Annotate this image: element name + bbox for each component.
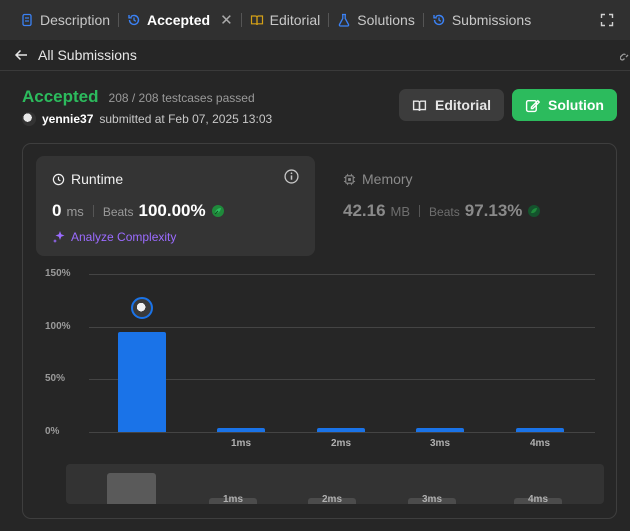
arrow-left-icon (14, 49, 27, 61)
range-selection-handle[interactable] (107, 473, 156, 504)
x-tick-label: 4ms (529, 438, 551, 449)
tab-bar: Description Accepted ✕ Editorial Solutio… (0, 0, 630, 40)
edit-icon (525, 99, 540, 112)
history-icon (128, 14, 140, 26)
gridline (89, 274, 595, 275)
tab-editorial[interactable]: Editorial (242, 0, 329, 40)
chart-bar[interactable] (516, 427, 564, 432)
gridline (89, 432, 595, 433)
x-tick-label: 2ms (330, 438, 352, 449)
gridline (89, 326, 595, 328)
runtime-title: Runtime (71, 171, 124, 187)
submitter-info: yennie37 submitted at Feb 07, 2025 13:03 (22, 112, 272, 126)
tab-submissions[interactable]: Submissions (424, 0, 539, 40)
submission-panel: All Submissions Accepted 208 / 208 testc… (0, 40, 630, 531)
analyze-complexity-label: Analyze Complexity (71, 230, 177, 244)
memory-title: Memory (362, 171, 413, 187)
tab-solutions[interactable]: Solutions (329, 0, 423, 40)
runtime-metric: 0 ms Beats 100.00% (52, 201, 225, 221)
book-icon (412, 100, 427, 111)
x-tick-label: 1ms (230, 438, 252, 449)
chart-bar[interactable] (317, 427, 365, 432)
x-tick-label: 3ms (429, 438, 451, 449)
your-submission-avatar[interactable] (131, 296, 153, 319)
solution-button-label: Solution (548, 97, 604, 113)
metric-divider (419, 205, 421, 217)
chart-bar[interactable] (118, 331, 166, 432)
chart-bar[interactable] (416, 427, 464, 432)
runtime-beats-value: 100.00% (138, 201, 206, 220)
editorial-button-label: Editorial (434, 97, 491, 113)
chart-bar[interactable] (217, 427, 265, 432)
all-submissions-link[interactable]: All Submissions (14, 47, 137, 63)
clock-icon (52, 173, 65, 185)
runtime-heading: Runtime (52, 171, 123, 187)
tab-description-label: Description (40, 12, 111, 28)
y-tick-label: 0% (45, 426, 60, 437)
book-icon (250, 15, 263, 26)
history-icon (433, 14, 445, 26)
flask-icon (338, 13, 350, 27)
description-icon (22, 13, 32, 27)
memory-metric: 42.16 MB Beats 97.13% (343, 201, 541, 221)
tab-solutions-label: Solutions (357, 12, 415, 28)
info-icon[interactable] (284, 169, 299, 184)
memory-value: 42.16 (343, 201, 386, 220)
runtime-value: 0 (52, 201, 62, 220)
tab-accepted[interactable]: Accepted ✕ (119, 0, 241, 40)
y-tick-label: 100% (45, 320, 71, 332)
y-tick-label: 50% (45, 373, 66, 385)
submitted-at: submitted at Feb 07, 2025 13:03 (99, 112, 273, 126)
result-card: Runtime 0 ms Beats 100.00% Analyze Compl… (22, 143, 617, 519)
status-accepted: Accepted (22, 87, 99, 106)
memory-beats-label: Beats (429, 205, 460, 219)
submission-status: Accepted 208 / 208 testcases passed (22, 87, 255, 107)
sparkle-icon (53, 231, 65, 243)
leaf-icon (211, 205, 224, 217)
tab-description[interactable]: Description (12, 0, 118, 40)
runtime-unit: ms (66, 204, 84, 219)
solution-button[interactable]: Solution (512, 89, 617, 121)
chip-icon (343, 173, 356, 185)
avatar[interactable] (22, 112, 36, 126)
all-submissions-label: All Submissions (38, 47, 137, 63)
link-icon[interactable] (620, 49, 630, 63)
chart-range-slider[interactable]: 1ms 2ms 3ms 4ms (66, 464, 604, 504)
tab-accepted-label: Accepted (147, 12, 211, 28)
minimap-tick-label: 4ms (527, 494, 549, 504)
minimap-tick-label: 1ms (222, 494, 244, 504)
analyze-complexity-link[interactable]: Analyze Complexity (52, 230, 176, 244)
tab-submissions-label: Submissions (451, 12, 532, 28)
close-icon[interactable]: ✕ (220, 11, 233, 29)
expand-icon[interactable] (600, 13, 614, 27)
minimap-tick-label: 3ms (421, 494, 443, 504)
y-tick-label: 150% (45, 268, 71, 279)
tab-editorial-label: Editorial (269, 12, 321, 28)
runtime-box[interactable]: Runtime 0 ms Beats 100.00% Analyze Compl… (36, 156, 315, 256)
runtime-distribution-chart: 150% 100% 50% 0% 1ms 2ms 3ms 4ms (23, 264, 616, 464)
memory-beats-value: 97.13% (464, 201, 523, 220)
metric-divider (92, 205, 94, 217)
divider (0, 70, 630, 71)
minimap-tick-label: 2ms (321, 494, 343, 504)
editorial-button[interactable]: Editorial (399, 89, 504, 121)
username[interactable]: yennie37 (42, 112, 93, 126)
memory-unit: MB (390, 204, 411, 219)
memory-heading[interactable]: Memory (343, 171, 413, 187)
leaf-icon (528, 205, 541, 217)
testcases-passed: 208 / 208 testcases passed (108, 91, 255, 105)
runtime-beats-label: Beats (102, 205, 134, 219)
